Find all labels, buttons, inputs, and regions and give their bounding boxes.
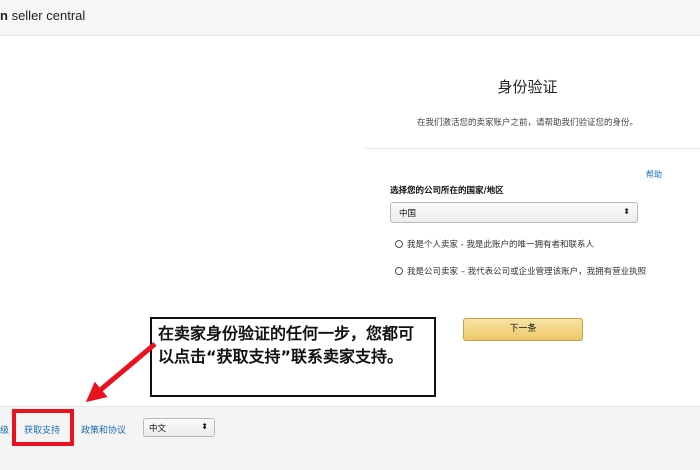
- top-bar: n seller central: [0, 0, 700, 36]
- next-button[interactable]: 下一条: [463, 318, 583, 341]
- page-title: 身份验证: [497, 78, 558, 96]
- radio-company-label: 我是公司卖家 – 我代表公司或企业管理该账户，我拥有营业执照: [407, 267, 647, 277]
- country-value: 中国: [399, 209, 417, 219]
- country-label: 选择您的公司所在的国家/地区: [390, 186, 504, 196]
- footer-link-partial[interactable]: 级: [0, 423, 9, 436]
- select-arrows-icon: ⬍: [623, 207, 630, 216]
- support-highlight-box: [12, 409, 74, 446]
- page-subtitle: 在我们激活您的卖家账户之前，请帮助我们验证您的身份。: [416, 118, 638, 128]
- country-select[interactable]: 中国 ⬍: [390, 202, 638, 223]
- radio-individual-label: 我是个人卖家 - 我是此账户的唯一拥有者和联系人: [407, 240, 594, 250]
- brand-logo: n seller central: [0, 8, 86, 23]
- select-arrows-icon: ⬍: [201, 422, 208, 431]
- language-select[interactable]: 中文 ⬍: [143, 418, 215, 437]
- help-link[interactable]: 帮助: [646, 169, 662, 180]
- footer: 级 获取支持 政策和协议 中文 ⬍: [0, 406, 700, 470]
- divider: [365, 148, 700, 149]
- language-value: 中文: [149, 424, 167, 434]
- radio-icon[interactable]: [395, 240, 403, 248]
- radio-individual-seller[interactable]: 我是个人卖家 - 我是此账户的唯一拥有者和联系人: [395, 238, 594, 252]
- annotation-callout: 在卖家身份验证的任何一步，您都可以点击“获取支持”联系卖家支持。: [150, 317, 436, 397]
- radio-icon[interactable]: [395, 267, 403, 275]
- radio-company-seller[interactable]: 我是公司卖家 – 我代表公司或企业管理该账户，我拥有营业执照: [395, 265, 665, 279]
- policy-link[interactable]: 政策和协议: [81, 423, 126, 436]
